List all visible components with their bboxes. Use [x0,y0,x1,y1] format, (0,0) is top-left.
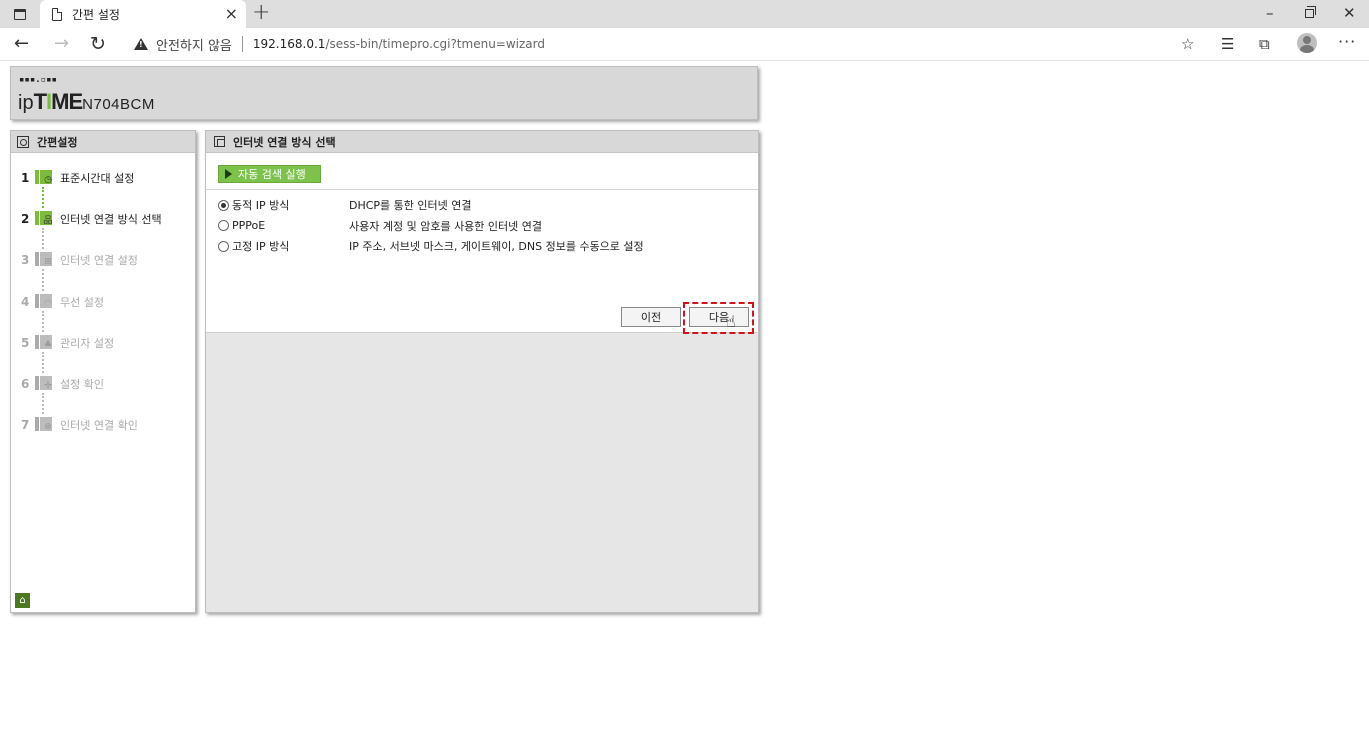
page-icon [52,7,62,21]
tab-title: 간편 설정 [72,7,120,22]
new-tab-button[interactable]: + [252,2,270,24]
option-description: IP 주소, 서브넷 마스크, 게이트웨이, DNS 정보를 수동으로 설정 [349,240,644,253]
browser-tab-bar: 간편 설정 × + – ✕ [0,0,1369,28]
hand-cursor-icon: ☝ [726,312,736,331]
step-number: 3 [21,253,30,268]
security-warning[interactable]: 안전하지 않음 [156,35,232,54]
step-icon: ◷ [35,170,53,186]
step-number: 4 [21,294,30,309]
main-panel: 인터넷 연결 방식 선택 자동 검색 실행 동적 IP 방식 DHCP를 통한 인… [205,130,759,613]
sidebar-step-3: 3 ⊞ 인터넷 연결 설정 [21,250,138,270]
address-bar: ← → ↻ 안전하지 않음 192.168.0.1/sess-bin/timep… [0,28,1369,61]
step-label: 관리자 설정 [60,336,115,350]
step-connector [42,393,44,415]
step-label: 인터넷 연결 방식 선택 [60,213,162,227]
content-area: 자동 검색 실행 동적 IP 방식 DHCP를 통한 인터넷 연결 PPPoE 사용자… [206,153,758,333]
step-connector [42,351,44,373]
more-icon[interactable]: ··· [1338,34,1356,50]
option-label[interactable]: 고정 IP 방식 [232,238,349,254]
browser-tab[interactable]: 간편 설정 × [40,0,246,28]
brand-main-b: ME [51,89,83,114]
sidebar-step-5: 5 ♣ 관리자 설정 [21,333,114,353]
option-label[interactable]: 동적 IP 방식 [232,197,349,213]
sidebar-step-6: 6 ✢ 설정 확인 [21,374,104,394]
home-icon[interactable]: ⌂ [15,593,30,608]
step-connector [42,187,44,209]
connection-option-3[interactable]: 고정 IP 방식 IP 주소, 서브넷 마스크, 게이트웨이, DNS 정보를 수… [218,238,644,254]
sidebar-title: 간편설정 [37,135,78,149]
reload-button[interactable]: ↻ [90,34,106,54]
step-label: 인터넷 연결 확인 [60,419,138,433]
main-header: 인터넷 연결 방식 선택 [206,131,758,153]
brand-prefix: ip [18,92,34,114]
forward-button[interactable]: → [54,34,69,54]
auto-detect-label: 자동 검색 실행 [238,168,306,181]
profile-avatar[interactable] [1297,33,1317,53]
radio-button[interactable] [218,240,229,252]
step-icon: ⊕ [35,417,53,433]
step-connector [42,310,44,332]
radio-button[interactable] [218,199,229,211]
restore-icon [1305,6,1316,18]
url-path: /sess-bin/timepro.cgi?tmenu=wizard [325,37,545,51]
play-icon [225,169,232,179]
sidebar-step-7: 7 ⊕ 인터넷 연결 확인 [21,415,138,435]
connection-option-1[interactable]: 동적 IP 방식 DHCP를 통한 인터넷 연결 [218,197,472,213]
radio-button[interactable] [218,220,229,231]
sidebar-header: 간편설정 [11,131,195,153]
main-title: 인터넷 연결 방식 선택 [233,135,336,149]
tab-close-icon[interactable]: × [225,5,238,23]
step-icon: ♣ [35,334,53,351]
step-number: 6 [21,377,30,391]
option-label[interactable]: PPPoE [232,219,349,232]
step-label: 인터넷 연결 설정 [60,254,138,268]
url-separator [241,36,243,52]
step-icon: ✢ [35,376,53,392]
logo-dots: ▪▪▪.▫▪▪ [19,75,57,85]
router-header: ▪▪▪.▫▪▪ ipTIMEN704BCM [10,66,758,120]
minimize-button[interactable]: – [1266,4,1274,22]
add-favorite-icon[interactable]: ☆ [1181,36,1194,52]
sidebar-step-4: 4 ◠ 무선 설정 [21,292,104,312]
step-connector [42,228,44,250]
divider [206,189,758,190]
close-window-button[interactable]: ✕ [1343,4,1356,22]
step-label: 설정 확인 [60,378,104,391]
collections-icon[interactable]: ⧉ [1259,36,1270,52]
step-number: 2 [21,212,30,227]
tab-actions-icon[interactable] [10,5,30,23]
prev-button[interactable]: 이전 [621,307,681,327]
window-icon [214,136,225,147]
sidebar-step-2: 2 品 인터넷 연결 방식 선택 [21,209,162,229]
step-icon: 品 [35,211,53,227]
step-number: 5 [21,335,30,350]
next-button-highlight [683,302,754,334]
brand-logo: ipTIMEN704BCM [18,89,155,115]
favorites-icon[interactable]: ☰ [1221,36,1234,52]
restore-button[interactable] [1305,4,1316,22]
option-description: 사용자 계정 및 암호를 사용한 인터넷 연결 [349,219,543,233]
url-host: 192.168.0.1 [252,37,326,51]
brand-main-a: T [33,89,47,114]
step-number: 7 [21,418,30,433]
step-icon: ◠ [35,293,53,310]
sidebar-step-1: 1 ◷ 표준시간대 설정 [21,168,134,188]
wizard-sidebar: 간편설정 1 ◷ 표준시간대 설정 2 品 인터넷 연결 방식 선택 3 ⊞ 인터넷 연결 설정… [10,130,196,613]
model-name: N704BCM [82,96,155,113]
step-label: 표준시간대 설정 [60,172,135,185]
step-icon: ⊞ [35,252,53,268]
magnifier-icon [17,135,29,148]
auto-detect-button[interactable]: 자동 검색 실행 [218,165,321,183]
option-description: DHCP를 통한 인터넷 연결 [349,199,472,212]
back-button[interactable]: ← [14,34,29,54]
step-label: 무선 설정 [60,295,104,309]
step-connector [42,269,44,291]
connection-option-2[interactable]: PPPoE 사용자 계정 및 암호를 사용한 인터넷 연결 [218,218,542,234]
warning-icon[interactable] [134,38,148,50]
step-number: 1 [21,171,30,185]
url-field[interactable]: 안전하지 않음 192.168.0.1/sess-bin/timepro.cgi… [124,31,1212,57]
